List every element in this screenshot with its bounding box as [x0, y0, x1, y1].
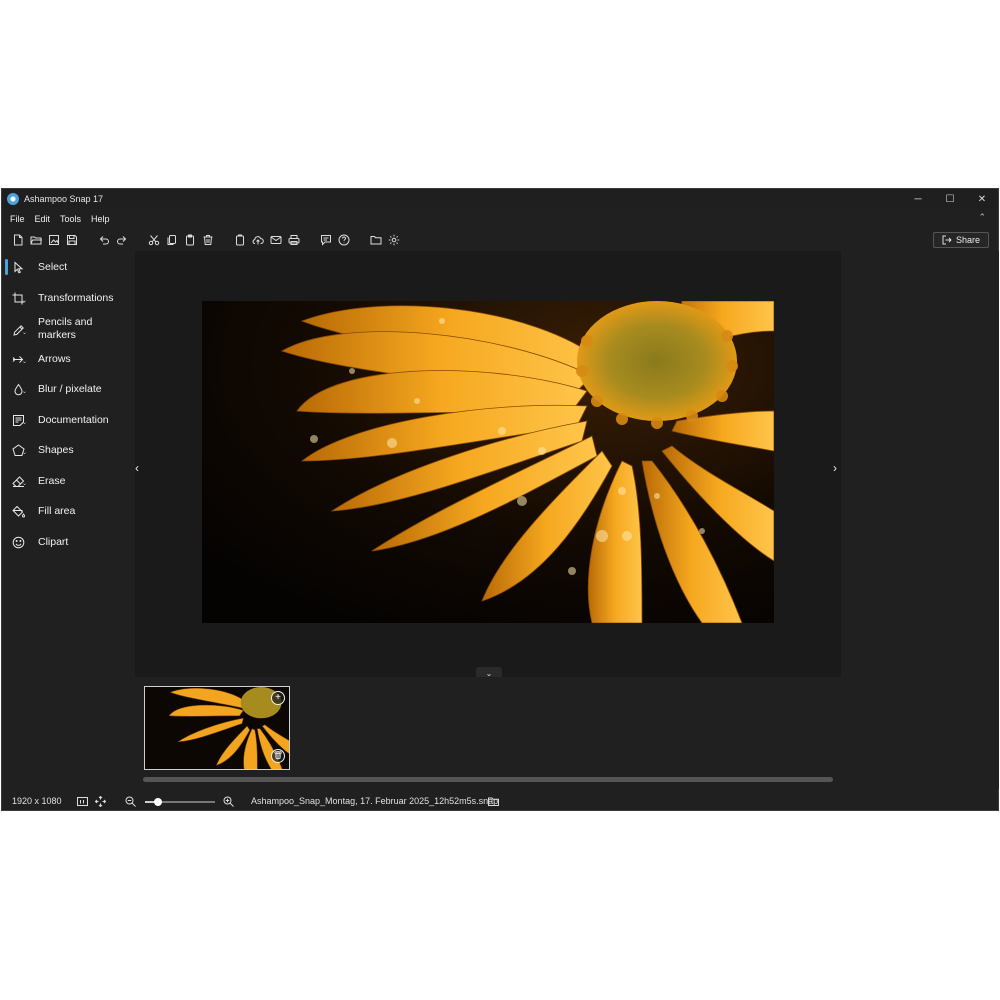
thumbnail[interactable]: + 🗑	[144, 686, 290, 770]
submenu-caret-icon: ⌄	[22, 389, 28, 395]
tool-fill-area[interactable]: Fill area	[2, 503, 134, 519]
open-folder-icon[interactable]	[27, 231, 45, 249]
save-icon[interactable]	[63, 231, 81, 249]
app-window: Ashampoo Snap 17 ─ ☐ ✕ File Edit Tools H…	[1, 188, 999, 811]
feedback-icon[interactable]	[317, 231, 335, 249]
tool-select[interactable]: Select	[2, 259, 134, 275]
new-file-icon[interactable]	[9, 231, 27, 249]
window-controls: ─ ☐ ✕	[902, 189, 998, 209]
tool-pencils-markers[interactable]: ⌄ Pencils and markers	[2, 316, 134, 344]
status-bar: 1920 x 1080 Ashampoo_Snap_Montag, 17. Fe…	[2, 791, 998, 812]
share-button[interactable]: Share	[933, 232, 989, 248]
cut-icon[interactable]	[145, 231, 163, 249]
tool-blur-pixelate[interactable]: ⌄ Blur / pixelate	[2, 381, 134, 397]
menu-help[interactable]: Help	[91, 214, 110, 224]
cloud-upload-icon[interactable]	[249, 231, 267, 249]
tool-erase[interactable]: ⌄ Erase	[2, 473, 134, 489]
actual-size-icon[interactable]	[76, 795, 88, 807]
email-icon[interactable]	[267, 231, 285, 249]
submenu-caret-icon: ⌄	[22, 359, 28, 365]
close-button[interactable]: ✕	[966, 189, 998, 209]
tool-label: Shapes	[38, 444, 74, 456]
title-bar[interactable]: Ashampoo Snap 17 ─ ☐ ✕	[2, 189, 998, 209]
thumbnail-image	[145, 687, 289, 769]
menu-tools[interactable]: Tools	[60, 214, 81, 224]
menu-bar: File Edit Tools Help ⌃	[2, 209, 998, 228]
next-image-button[interactable]: ›	[833, 461, 837, 475]
tool-label: Pencils and markers	[38, 316, 93, 341]
tool-label: Select	[38, 261, 68, 273]
tool-label: Blur / pixelate	[38, 383, 102, 395]
maximize-button[interactable]: ☐	[934, 189, 966, 209]
tool-label: Documentation	[38, 414, 109, 426]
fit-to-window-icon[interactable]	[94, 795, 106, 807]
redo-icon[interactable]	[113, 231, 131, 249]
submenu-caret-icon: ⌄	[22, 420, 28, 426]
tool-shapes[interactable]: ⌄ Shapes	[2, 442, 134, 458]
submenu-caret-icon: ⌄	[22, 450, 28, 456]
window-title: Ashampoo Snap 17	[24, 194, 104, 204]
filmstrip-scrollbar[interactable]	[143, 777, 833, 782]
tool-documentation[interactable]: ⌄ Documentation	[2, 412, 134, 428]
gerbera-photo	[202, 301, 774, 623]
add-icon[interactable]: +	[271, 691, 285, 705]
submenu-caret-icon: ⌄	[22, 298, 28, 304]
zoom-in-icon[interactable]	[222, 795, 234, 807]
flower-image	[202, 301, 774, 623]
filmstrip: + 🗑	[135, 677, 841, 785]
image-canvas[interactable]: ‹ › ⌄	[135, 251, 841, 679]
help-icon[interactable]	[335, 231, 353, 249]
open-location-folder-icon[interactable]	[487, 795, 499, 807]
zoom-slider[interactable]	[145, 798, 215, 806]
print-icon[interactable]	[285, 231, 303, 249]
submenu-caret-icon: ⌄	[22, 481, 28, 487]
menu-edit[interactable]: Edit	[35, 214, 51, 224]
minimize-button[interactable]: ─	[902, 189, 934, 209]
tool-clipart[interactable]: Clipart	[2, 534, 134, 550]
tool-transformations[interactable]: ⌄ Transformations	[2, 290, 134, 306]
right-panel	[841, 251, 999, 789]
file-name: Ashampoo_Snap_Montag, 17. Februar 2025_1…	[251, 796, 499, 806]
submenu-caret-icon: ⌄	[22, 330, 28, 336]
toolbar: Share	[2, 229, 998, 251]
menu-file[interactable]: File	[10, 214, 25, 224]
tool-label: Clipart	[38, 536, 69, 548]
folder-icon[interactable]	[367, 231, 385, 249]
app-logo-icon	[7, 193, 19, 205]
smiley-icon	[10, 534, 26, 550]
zoom-slider-thumb[interactable]	[153, 798, 162, 806]
trash-icon[interactable]: 🗑	[271, 749, 285, 763]
tool-arrows[interactable]: ⌄ Arrows	[2, 351, 134, 367]
paste-icon[interactable]	[181, 231, 199, 249]
tools-sidebar: Select ⌄ Transformations ⌄ Pencils and m…	[2, 251, 134, 789]
share-icon	[942, 235, 952, 245]
cursor-icon	[10, 259, 26, 275]
tool-label: Arrows	[38, 353, 71, 365]
zoom-out-icon[interactable]	[124, 795, 136, 807]
settings-gear-icon[interactable]	[385, 231, 403, 249]
delete-icon[interactable]	[199, 231, 217, 249]
bucket-icon	[10, 503, 26, 519]
open-image-icon[interactable]	[45, 231, 63, 249]
share-label: Share	[955, 235, 981, 245]
tool-label: Erase	[38, 475, 66, 487]
previous-image-button[interactable]: ‹	[135, 461, 139, 475]
copy-icon[interactable]	[163, 231, 181, 249]
undo-icon[interactable]	[95, 231, 113, 249]
tool-label: Fill area	[38, 505, 76, 517]
collapse-ribbon-icon[interactable]: ⌃	[978, 212, 986, 223]
image-dimensions: 1920 x 1080	[12, 796, 62, 806]
clipboard-icon[interactable]	[231, 231, 249, 249]
tool-label: Transformations	[38, 292, 114, 304]
